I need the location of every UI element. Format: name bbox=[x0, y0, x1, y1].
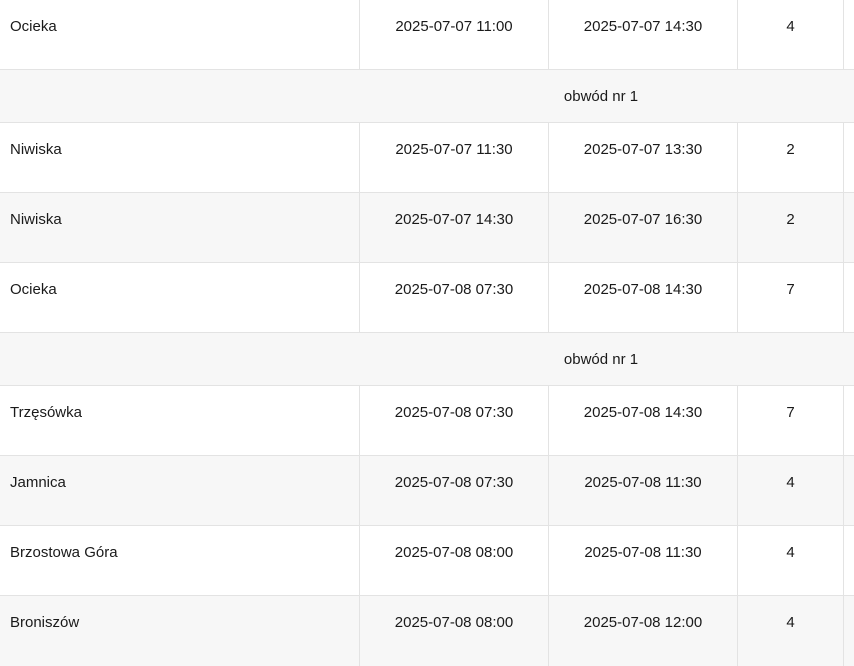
extra-cell bbox=[844, 456, 854, 525]
location-name: Broniszów bbox=[10, 614, 80, 631]
start-time: 2025-07-07 11:00 bbox=[395, 18, 513, 35]
count-cell: 7 bbox=[738, 263, 844, 332]
end-time: 2025-07-08 14:30 bbox=[583, 281, 703, 298]
table-row: Niwiska 2025-07-07 14:30 2025-07-07 16:3… bbox=[0, 193, 854, 263]
group-header-row: obwód nr 1 bbox=[0, 333, 854, 386]
table-row: Ocieka 2025-07-07 11:00 2025-07-07 14:30… bbox=[0, 0, 854, 70]
location-name: Trzęsówka bbox=[10, 404, 82, 421]
end-time-cell: 2025-07-08 12:00 bbox=[549, 596, 738, 666]
table-row: Brzostowa Góra 2025-07-08 08:00 2025-07-… bbox=[0, 526, 854, 596]
count-cell: 2 bbox=[738, 123, 844, 192]
location-name: Jamnica bbox=[10, 474, 66, 491]
count-value: 7 bbox=[786, 404, 795, 421]
group-label: obwód nr 1 bbox=[563, 88, 639, 105]
count-cell: 4 bbox=[738, 0, 844, 69]
start-time: 2025-07-07 14:30 bbox=[394, 211, 514, 228]
extra-cell bbox=[844, 596, 854, 666]
count-value: 4 bbox=[786, 614, 795, 631]
count-value: 4 bbox=[786, 474, 795, 491]
count-cell: 4 bbox=[738, 596, 844, 666]
table-row: Niwiska 2025-07-07 11:30 2025-07-07 13:3… bbox=[0, 123, 854, 193]
location-cell: Broniszów bbox=[0, 596, 360, 666]
start-time: 2025-07-08 08:00 bbox=[394, 544, 514, 561]
end-time: 2025-07-07 13:30 bbox=[583, 141, 703, 158]
extra-cell bbox=[844, 0, 854, 69]
end-time: 2025-07-08 11:30 bbox=[584, 544, 702, 561]
location-name: Brzostowa Góra bbox=[10, 544, 118, 561]
start-time-cell: 2025-07-08 08:00 bbox=[360, 596, 549, 666]
table-row: Broniszów 2025-07-08 08:00 2025-07-08 12… bbox=[0, 596, 854, 666]
table-row: Ocieka 2025-07-08 07:30 2025-07-08 14:30… bbox=[0, 263, 854, 333]
location-cell: Jamnica bbox=[0, 456, 360, 525]
extra-cell bbox=[844, 263, 854, 332]
location-name: Ocieka bbox=[10, 281, 57, 298]
end-time: 2025-07-08 12:00 bbox=[583, 614, 703, 631]
extra-cell bbox=[844, 386, 854, 455]
start-time-cell: 2025-07-08 07:30 bbox=[360, 263, 549, 332]
start-time: 2025-07-08 07:30 bbox=[394, 281, 514, 298]
start-time-cell: 2025-07-07 11:00 bbox=[360, 0, 549, 69]
location-cell: Niwiska bbox=[0, 193, 360, 262]
group-header-row: obwód nr 1 bbox=[0, 70, 854, 123]
extra-cell bbox=[844, 193, 854, 262]
table-row: Jamnica 2025-07-08 07:30 2025-07-08 11:3… bbox=[0, 456, 854, 526]
count-value: 4 bbox=[786, 18, 795, 35]
location-cell: Trzęsówka bbox=[0, 386, 360, 455]
count-value: 7 bbox=[786, 281, 795, 298]
end-time: 2025-07-08 14:30 bbox=[583, 404, 703, 421]
start-time-cell: 2025-07-08 07:30 bbox=[360, 386, 549, 455]
count-value: 2 bbox=[786, 141, 795, 158]
end-time: 2025-07-07 16:30 bbox=[583, 211, 703, 228]
extra-cell bbox=[844, 123, 854, 192]
location-name: Niwiska bbox=[10, 211, 62, 228]
end-time-cell: 2025-07-07 13:30 bbox=[549, 123, 738, 192]
schedule-table: Ocieka 2025-07-07 11:00 2025-07-07 14:30… bbox=[0, 0, 854, 666]
start-time: 2025-07-07 11:30 bbox=[395, 141, 513, 158]
start-time-cell: 2025-07-08 07:30 bbox=[360, 456, 549, 525]
end-time-cell: 2025-07-08 11:30 bbox=[549, 526, 738, 595]
start-time: 2025-07-08 07:30 bbox=[394, 404, 514, 421]
count-cell: 4 bbox=[738, 456, 844, 525]
table-row: Trzęsówka 2025-07-08 07:30 2025-07-08 14… bbox=[0, 386, 854, 456]
end-time: 2025-07-07 14:30 bbox=[583, 18, 703, 35]
start-time-cell: 2025-07-07 14:30 bbox=[360, 193, 549, 262]
extra-cell bbox=[844, 526, 854, 595]
end-time-cell: 2025-07-08 14:30 bbox=[549, 386, 738, 455]
count-cell: 2 bbox=[738, 193, 844, 262]
count-value: 4 bbox=[786, 544, 795, 561]
location-cell: Ocieka bbox=[0, 263, 360, 332]
start-time: 2025-07-08 08:00 bbox=[394, 614, 514, 631]
count-cell: 7 bbox=[738, 386, 844, 455]
group-label: obwód nr 1 bbox=[563, 351, 639, 368]
start-time-cell: 2025-07-08 08:00 bbox=[360, 526, 549, 595]
start-time-cell: 2025-07-07 11:30 bbox=[360, 123, 549, 192]
end-time: 2025-07-08 11:30 bbox=[584, 474, 702, 491]
end-time-cell: 2025-07-07 14:30 bbox=[549, 0, 738, 69]
count-cell: 4 bbox=[738, 526, 844, 595]
end-time-cell: 2025-07-07 16:30 bbox=[549, 193, 738, 262]
location-cell: Ocieka bbox=[0, 0, 360, 69]
location-name: Niwiska bbox=[10, 141, 62, 158]
count-value: 2 bbox=[786, 211, 795, 228]
location-cell: Brzostowa Góra bbox=[0, 526, 360, 595]
start-time: 2025-07-08 07:30 bbox=[394, 474, 514, 491]
location-name: Ocieka bbox=[10, 18, 57, 35]
end-time-cell: 2025-07-08 14:30 bbox=[549, 263, 738, 332]
end-time-cell: 2025-07-08 11:30 bbox=[549, 456, 738, 525]
location-cell: Niwiska bbox=[0, 123, 360, 192]
